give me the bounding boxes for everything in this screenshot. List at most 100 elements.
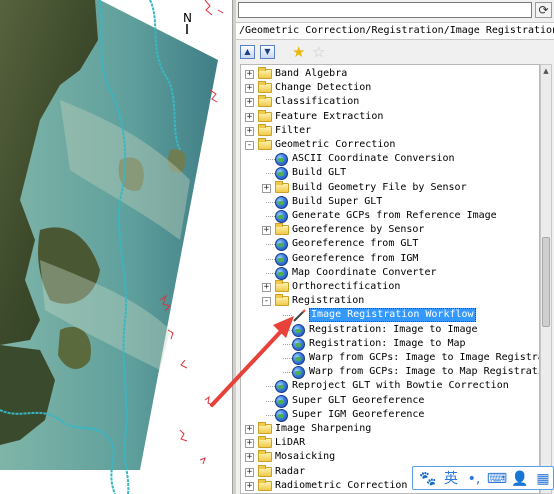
tree-tool-item[interactable]: Reproject GLT with Bowtie Correction (241, 379, 539, 394)
tree-folder-item[interactable]: + Build Geometry File by Sensor (241, 180, 539, 195)
tree-tool-item[interactable]: Build Super GLT (241, 195, 539, 209)
globe-tool-icon (292, 337, 305, 351)
tree-folder-item[interactable]: - Registration (241, 294, 539, 308)
chevron-up-icon[interactable]: ▼ (260, 45, 275, 59)
tree-guide-line (283, 315, 292, 317)
tree-tool-item[interactable]: Generate GCPs from Reference Image (241, 209, 539, 223)
user-icon[interactable]: 👤 (509, 469, 531, 489)
tree-item-label: Build Super GLT (292, 195, 383, 207)
tree-folder-item[interactable]: + Classification (241, 95, 539, 109)
expand-icon[interactable]: + (262, 226, 271, 236)
scrollbar-thumb[interactable] (542, 237, 550, 327)
tree-item-label: Map Coordinate Converter (292, 266, 437, 278)
expand-icon[interactable]: + (245, 84, 254, 94)
north-arrow-label: N (183, 11, 192, 25)
tree-folder-item[interactable]: + LiDAR (241, 436, 539, 450)
add-favorite-star-icon[interactable]: ★ (292, 44, 305, 60)
expand-icon[interactable]: + (245, 467, 254, 477)
expand-icon[interactable]: + (245, 126, 254, 136)
tree-folder-item[interactable]: + Image Sharpening (241, 422, 539, 436)
tree-item-label: Warp from GCPs: Image to Map Registratio… (309, 366, 540, 378)
toolbox-panel: ⟳ /Geometric Correction/Registration/Ima… (236, 0, 554, 494)
tree-item-label: Orthorectification (292, 281, 401, 292)
expand-icon[interactable]: + (245, 112, 254, 122)
tree-guide-line (266, 244, 275, 246)
tree-folder-item[interactable]: + Mosaicking (241, 450, 539, 464)
tree-item-label: Classification (275, 96, 360, 108)
tree-tool-item[interactable]: Georeference from GLT (241, 237, 539, 252)
scroll-up-icon[interactable]: ▲ (541, 65, 551, 77)
globe-tool-icon (275, 210, 288, 223)
tree-item-label: Registration: Image to Map (309, 337, 466, 349)
folder-icon (258, 436, 272, 449)
expand-icon[interactable]: + (262, 183, 271, 193)
toolbox-toolbar: ▲ ▼ ★ ☆ (236, 42, 554, 62)
expand-icon[interactable]: + (245, 425, 254, 434)
grid-menu-icon[interactable]: ▦ (532, 469, 554, 489)
tree-scrollbar[interactable]: ▲ ▼ (540, 64, 552, 494)
expand-icon[interactable]: + (245, 481, 254, 491)
expand-icon[interactable]: + (245, 70, 254, 79)
tree-item-label: Build GLT (292, 167, 347, 179)
tree-item-label: Registration: Image to Image (309, 323, 478, 335)
punctuation-icon[interactable]: •, (463, 469, 485, 489)
folder-icon (275, 280, 289, 292)
tree-item-label: Radar (275, 465, 306, 477)
tree-tool-item[interactable]: Registration: Image to Image (241, 323, 539, 337)
globe-tool-icon (275, 266, 288, 280)
toolbox-search-row: ⟳ (236, 0, 554, 20)
tree-guide-line (266, 201, 275, 203)
tree-item-label: Reproject GLT with Bowtie Correction (292, 380, 509, 392)
expand-icon[interactable]: + (245, 439, 254, 449)
tree-item-label: ASCII Coordinate Conversion (292, 153, 455, 165)
tree-tool-item[interactable]: Build GLT (241, 166, 539, 181)
expand-icon[interactable]: + (245, 98, 254, 108)
map-view[interactable]: N (0, 0, 232, 494)
tree-tool-item[interactable]: Super IGM Georeference (241, 408, 539, 422)
refresh-icon[interactable]: ⟳ (535, 2, 552, 18)
paw-icon[interactable]: 🐾 (417, 469, 439, 489)
tree-tool-item[interactable]: Warp from GCPs: Image to Map Registratio… (241, 365, 540, 380)
folder-icon (258, 138, 272, 150)
globe-tool-icon (292, 366, 305, 380)
tree-folder-item[interactable]: + Georeference by Sensor (241, 223, 539, 237)
tree-folder-item[interactable]: + Filter (241, 123, 539, 138)
tree-tool-item[interactable]: Map Coordinate Converter (241, 266, 539, 280)
tree-folder-item[interactable]: + Orthorectification (241, 280, 539, 294)
tree-guide-line (266, 400, 275, 402)
globe-tool-icon (275, 153, 288, 167)
tree-guide-line (266, 159, 275, 161)
folder-icon (258, 464, 272, 477)
tree-tool-item[interactable]: Georeference from IGM (241, 252, 539, 266)
ime-toolbar: 🐾 英 •, ⌨ 👤 ▦ (412, 466, 554, 490)
tree-tool-item[interactable]: Image Registration Workflow (241, 308, 539, 323)
globe-tool-icon (275, 380, 288, 394)
tree-tool-item[interactable]: Warp from GCPs: Image to Image Registrat… (241, 351, 539, 365)
remove-favorite-star-icon[interactable]: ☆ (312, 44, 325, 60)
chevron-down-icon[interactable]: ▲ (240, 45, 255, 59)
tree-tool-item[interactable]: ASCII Coordinate Conversion (241, 152, 539, 167)
expand-icon[interactable]: + (262, 283, 271, 292)
tree-folder-item[interactable]: + Band Algebra (241, 67, 539, 81)
tree-tool-item[interactable]: Super GLT Georeference (241, 394, 539, 408)
expand-icon[interactable]: + (245, 453, 254, 463)
collapse-icon[interactable]: - (245, 141, 254, 150)
tree-item-label: Geometric Correction (275, 139, 396, 150)
tree-folder-item[interactable]: + Change Detection (241, 81, 539, 95)
tree-guide-line (283, 358, 292, 359)
tree-folder-item[interactable]: + Feature Extraction (241, 109, 539, 124)
globe-tool-icon (275, 195, 288, 209)
globe-tool-icon (275, 408, 288, 422)
english-mode-icon[interactable]: 英 (440, 469, 462, 489)
tree-item-label: Generate GCPs from Reference Image (292, 210, 497, 221)
folder-icon (258, 81, 272, 94)
tree-item-label: Image Sharpening (275, 423, 372, 434)
keyboard-icon[interactable]: ⌨ (486, 469, 508, 489)
collapse-icon[interactable]: - (262, 297, 271, 307)
tree-folder-item[interactable]: - Geometric Correction (241, 138, 539, 152)
folder-icon (258, 123, 272, 136)
toolbox-search-input[interactable] (238, 2, 532, 18)
tree-item-label: Filter (275, 124, 312, 136)
tree-tool-item[interactable]: Registration: Image to Map (241, 337, 539, 351)
toolbox-tree: + Band Algebra + Change Detection + Classific… (240, 64, 540, 494)
